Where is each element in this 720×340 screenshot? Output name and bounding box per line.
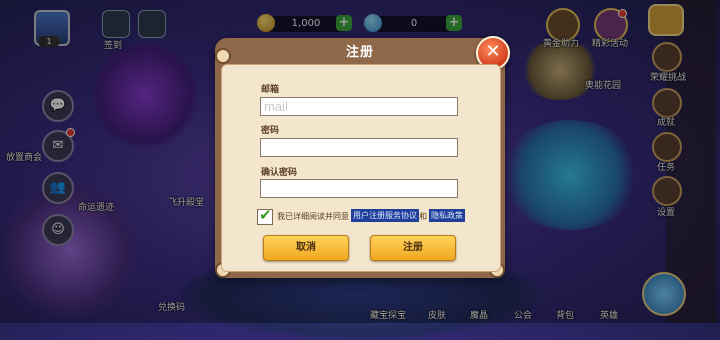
- register-button[interactable]: 注册: [370, 235, 456, 261]
- email-label: 邮箱: [261, 85, 280, 95]
- agreement-row: ✔ 我已详细阅读并同意 用户注册服务协议 和 隐私政策: [257, 206, 507, 225]
- password-field[interactable]: [260, 138, 458, 157]
- confirm-password-field[interactable]: [260, 179, 458, 198]
- checkmark-icon: ✔: [259, 206, 272, 224]
- register-dialog: 注册 ✕ 邮箱 密码 确认密码 ✔ 我已详细阅读并同意 用户注册服务协议 和 隐…: [215, 36, 510, 278]
- dialog-title: 注册: [345, 45, 374, 60]
- password-label: 密码: [261, 126, 280, 136]
- cancel-button[interactable]: 取消: [263, 235, 349, 261]
- corner-ornament: [215, 48, 231, 64]
- agree-text: 我已详细阅读并同意: [277, 212, 349, 221]
- confirm-password-label: 确认密码: [261, 168, 298, 178]
- agree-checkbox[interactable]: ✔: [257, 206, 273, 225]
- privacy-link[interactable]: 隐私政策: [429, 209, 465, 222]
- email-field[interactable]: [260, 97, 458, 116]
- terms-link[interactable]: 用户注册服务协议: [351, 209, 419, 222]
- and-text: 和: [419, 212, 427, 221]
